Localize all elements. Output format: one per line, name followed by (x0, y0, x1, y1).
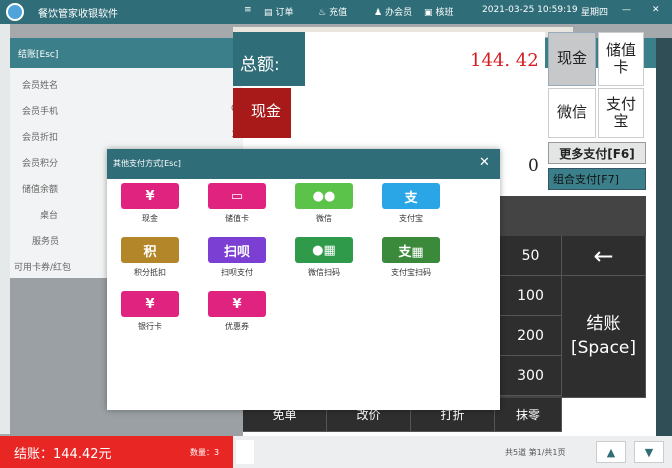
recharge-icon: ♨ (318, 8, 327, 18)
pay-method-label: 现金 (142, 214, 158, 223)
pay-method-label: 支付宝扫码 (391, 268, 431, 277)
quantity-label: 数量：3 (190, 447, 219, 458)
wechat-qr-icon: ●▦ (295, 237, 353, 263)
received-amount: 0 (528, 156, 539, 176)
total-amount: 144. 42 (470, 50, 539, 71)
stored-card-pay-button[interactable]: 储值卡 (598, 32, 644, 86)
menu-icon: ≡ (244, 5, 252, 15)
background-left-strip (0, 24, 10, 434)
page-info: 共5道 第1/共1页 (505, 448, 566, 457)
combo-payment-button[interactable]: 组合支付[F7] (548, 168, 646, 190)
cart-icon (236, 440, 254, 464)
settle-key-label: 结账 (586, 313, 621, 334)
more-payment-button[interactable]: 更多支付[F6] (548, 142, 646, 164)
background-right-strip (656, 38, 672, 436)
other-payment-close-icon[interactable]: ✕ (479, 155, 490, 170)
other-payment-title: 其他支付方式[Esc] (113, 159, 181, 168)
pay-method-points[interactable]: 积 积分抵扣 (110, 237, 190, 278)
key-50[interactable]: 50 (500, 236, 562, 276)
recharge-button[interactable]: ♨ 充值 (318, 5, 347, 18)
member-button[interactable]: ♟ 办会员 (374, 5, 412, 18)
points-icon: 积 (121, 237, 179, 263)
backspace-key[interactable]: ← (562, 236, 646, 276)
pay-method-label: 微信 (316, 214, 332, 223)
pay-method-alipay[interactable]: 支 支付宝 (371, 183, 451, 224)
wechat-icon: ●● (295, 183, 353, 209)
cash-pay-button[interactable]: 现金 (548, 32, 596, 86)
app-title: 餐饮管家收银软件 (38, 9, 118, 20)
pay-method-label: 扫呗支付 (221, 268, 253, 277)
pay-method-cash[interactable]: ¥ 现金 (110, 183, 190, 224)
order-icon: ▤ (264, 8, 273, 18)
cash-field-label-box: 现金 (233, 88, 291, 138)
round-off-key[interactable]: 抹零 (495, 398, 562, 432)
pay-method-label: 支付宝 (399, 214, 423, 223)
coupon-link[interactable]: 可用卡券/红包 (14, 260, 71, 273)
quantity-label-text: 数量： (190, 448, 214, 457)
bank-card-icon: ¥ (121, 291, 179, 317)
page-down-button[interactable]: ▼ (634, 441, 664, 463)
cash-input-field[interactable] (305, 88, 545, 138)
title-bar: 餐饮管家收银软件 ≡ ▤ 订单 ♨ 充值 ♟ 办会员 ▣ 核班 2021-03-25 1… (0, 0, 672, 24)
key-200[interactable]: 200 (500, 316, 562, 356)
waiter-label: 服务员 (32, 237, 60, 247)
yuan-icon: ¥ (121, 183, 179, 209)
menu-button[interactable]: ≡ (244, 5, 255, 15)
quantity-value: 3 (214, 448, 220, 457)
member-icon: ♟ (374, 8, 383, 18)
stored-balance-label: 储值余额 (22, 185, 59, 195)
pay-method-stored-card[interactable]: ▭ 储值卡 (197, 183, 277, 224)
datetime: 2021-03-25 10:59:19 (482, 5, 578, 15)
pay-method-label: 银行卡 (138, 322, 162, 331)
pay-method-label: 优惠券 (225, 322, 249, 331)
minimize-button[interactable]: — (622, 5, 631, 15)
wechat-pay-button[interactable]: 微信 (548, 88, 596, 138)
settle-key[interactable]: 结账 [Space] (562, 276, 646, 398)
pay-method-saobei[interactable]: 扫呗 扫呗支付 (197, 237, 277, 278)
key-100[interactable]: 100 (500, 276, 562, 316)
app-logo-icon (6, 3, 24, 21)
other-payment-header: 其他支付方式[Esc] ✕ (107, 149, 500, 179)
member-points-label: 会员积分 (22, 159, 59, 169)
card-icon: ▭ (208, 183, 266, 209)
total-label: 总额: (240, 55, 280, 75)
cash-field-label: 现金 (251, 102, 282, 120)
pay-method-alipay-qr[interactable]: 支▦ 支付宝扫码 (371, 237, 451, 278)
order-button[interactable]: ▤ 订单 (264, 5, 294, 18)
saobei-icon: 扫呗 (208, 237, 266, 263)
pay-method-bank-card[interactable]: ¥ 银行卡 (110, 291, 190, 332)
settle-key-shortcut: [Space] (570, 337, 637, 358)
checkout-title: 结账[Esc] (18, 50, 59, 60)
table-label: 桌台 (40, 211, 59, 221)
weekday: 星期四 (581, 8, 609, 18)
alipay-icon: 支 (382, 183, 440, 209)
close-button[interactable]: ✕ (652, 5, 660, 15)
pay-method-label: 储值卡 (225, 214, 249, 223)
coupon-icon: ¥ (208, 291, 266, 317)
page-up-button[interactable]: ▲ (596, 441, 626, 463)
alipay-pay-button[interactable]: 支付宝 (598, 88, 644, 138)
member-phone-label: 会员手机 (22, 107, 59, 117)
handover-button[interactable]: ▣ 核班 (424, 5, 454, 18)
other-payment-dialog: 其他支付方式[Esc] ✕ ¥ 现金 ▭ 储值卡 ●● 微信 支 支付宝 积 积… (107, 149, 500, 410)
pay-method-label: 积分抵扣 (134, 268, 166, 277)
member-name-label: 会员姓名 (22, 81, 59, 91)
pay-method-wechat-qr[interactable]: ●▦ 微信扫码 (284, 237, 364, 278)
settle-total-text: 结账：144.42元 (14, 447, 112, 462)
alipay-qr-icon: 支▦ (382, 237, 440, 263)
pay-method-coupon[interactable]: ¥ 优惠券 (197, 291, 277, 332)
pay-method-wechat[interactable]: ●● 微信 (284, 183, 364, 224)
handover-icon: ▣ (424, 8, 433, 18)
key-300[interactable]: 300 (500, 356, 562, 396)
member-discount-label: 会员折扣 (22, 133, 59, 143)
pay-method-label: 微信扫码 (308, 268, 340, 277)
